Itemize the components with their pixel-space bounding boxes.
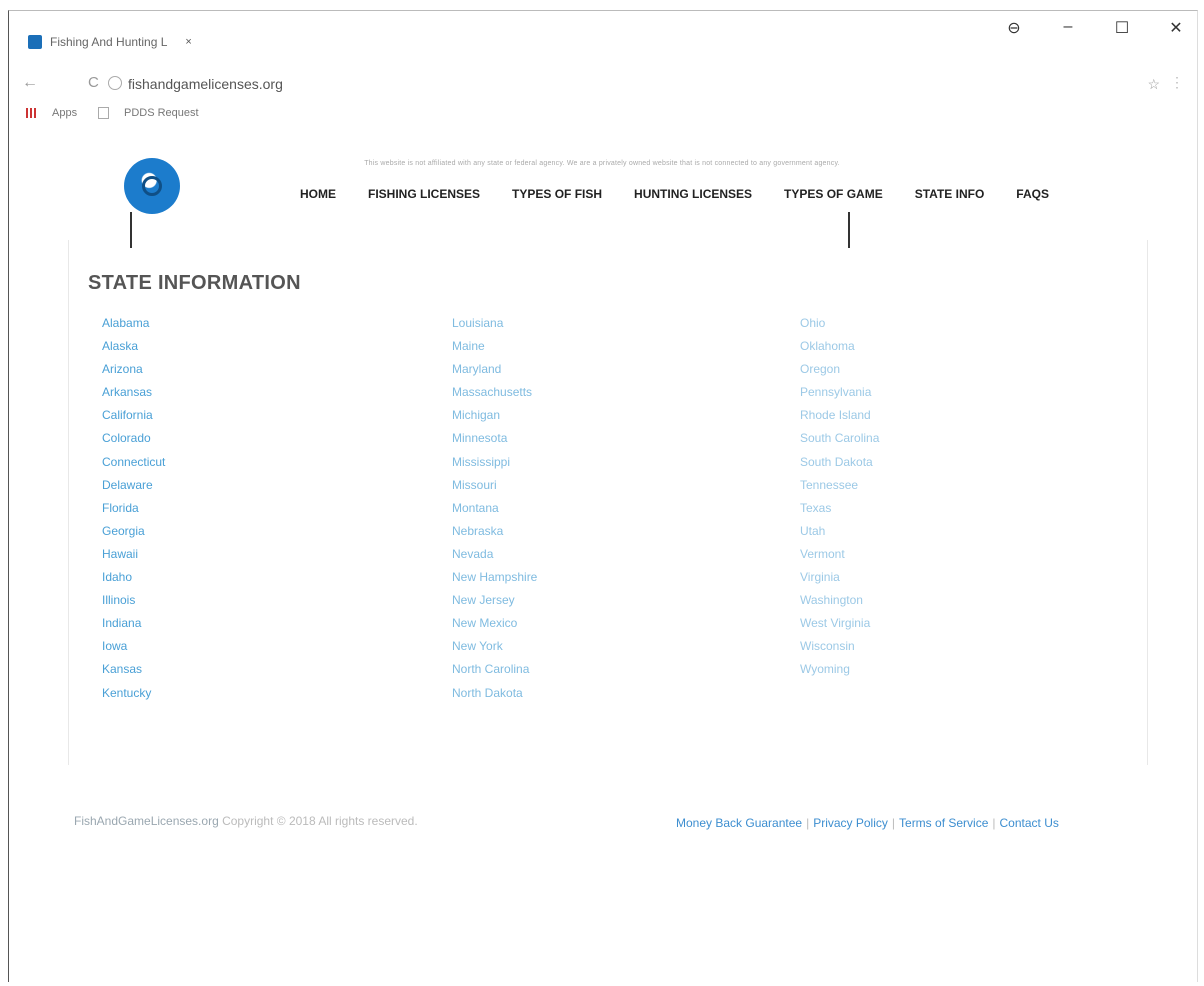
- state-link[interactable]: Ohio: [800, 312, 879, 335]
- bookmark-pdds-request[interactable]: PDDS Request: [124, 107, 199, 119]
- state-link[interactable]: North Carolina: [452, 658, 537, 681]
- state-link[interactable]: Hawaii: [102, 543, 165, 566]
- footer-copyright: FishAndGameLicenses.org Copyright © 2018…: [74, 814, 418, 828]
- state-link[interactable]: Tennessee: [800, 474, 879, 497]
- minimize-button[interactable]: –: [1060, 18, 1076, 38]
- nav-home[interactable]: HOME: [300, 187, 336, 201]
- nav-hunting-licenses[interactable]: HUNTING LICENSES: [634, 187, 752, 201]
- state-link[interactable]: Connecticut: [102, 451, 165, 474]
- state-link[interactable]: West Virginia: [800, 612, 879, 635]
- nav-types-of-fish[interactable]: TYPES OF FISH: [512, 187, 602, 201]
- state-link[interactable]: Washington: [800, 589, 879, 612]
- footer-links: Money Back Guarantee | Privacy Policy | …: [676, 816, 1059, 830]
- state-link[interactable]: Mississippi: [452, 451, 537, 474]
- footer-link-privacy[interactable]: Privacy Policy: [813, 816, 888, 830]
- state-link[interactable]: New Hampshire: [452, 566, 537, 589]
- state-link[interactable]: Maryland: [452, 358, 537, 381]
- state-link[interactable]: California: [102, 404, 165, 427]
- address-input[interactable]: fishandgamelicenses.org: [128, 76, 283, 92]
- state-list-column-2: Louisiana Maine Maryland Massachusetts Michi…: [452, 312, 537, 705]
- state-link[interactable]: New York: [452, 635, 537, 658]
- state-link[interactable]: North Dakota: [452, 682, 537, 705]
- bookmark-star-icon[interactable]: ☆: [1147, 76, 1160, 93]
- state-link[interactable]: Massachusetts: [452, 381, 537, 404]
- state-link[interactable]: Wisconsin: [800, 635, 879, 658]
- state-link[interactable]: Alabama: [102, 312, 165, 335]
- state-link[interactable]: Illinois: [102, 589, 165, 612]
- state-link[interactable]: Iowa: [102, 635, 165, 658]
- state-link[interactable]: Nebraska: [452, 520, 537, 543]
- state-link[interactable]: Maine: [452, 335, 537, 358]
- state-link[interactable]: Nevada: [452, 543, 537, 566]
- state-link[interactable]: Montana: [452, 497, 537, 520]
- state-link[interactable]: Louisiana: [452, 312, 537, 335]
- state-link[interactable]: Florida: [102, 497, 165, 520]
- page-title: STATE INFORMATION: [88, 272, 301, 294]
- tab-strip: Fishing And Hunting L × ⊖ – ☐ ✕: [0, 0, 1204, 60]
- footer-link-contact[interactable]: Contact Us: [1000, 816, 1059, 830]
- nav-fishing-licenses[interactable]: FISHING LICENSES: [368, 187, 480, 201]
- state-link[interactable]: Indiana: [102, 612, 165, 635]
- state-link[interactable]: Minnesota: [452, 427, 537, 450]
- state-link[interactable]: Wyoming: [800, 658, 879, 681]
- nav-faqs[interactable]: FAQS: [1016, 187, 1049, 201]
- close-window-button[interactable]: ✕: [1168, 18, 1184, 38]
- account-icon[interactable]: ⊖: [1006, 18, 1022, 38]
- state-link[interactable]: Michigan: [452, 404, 537, 427]
- state-link[interactable]: South Carolina: [800, 427, 879, 450]
- state-link[interactable]: Kansas: [102, 658, 165, 681]
- state-link[interactable]: Virginia: [800, 566, 879, 589]
- state-link[interactable]: Vermont: [800, 543, 879, 566]
- bookmark-apps[interactable]: Apps: [52, 107, 77, 119]
- bookmarks-bar: Apps PDDS Request: [0, 104, 1204, 128]
- maximize-button[interactable]: ☐: [1114, 18, 1130, 38]
- footer-separator: |: [891, 816, 896, 830]
- footer-separator: |: [992, 816, 996, 830]
- footer-brand: FishAndGameLicenses.org: [74, 814, 219, 828]
- footer-copyright-text: Copyright © 2018 All rights reserved.: [218, 814, 418, 828]
- state-link[interactable]: Arizona: [102, 358, 165, 381]
- state-link[interactable]: Utah: [800, 520, 879, 543]
- browser-tab[interactable]: Fishing And Hunting L ×: [28, 28, 258, 56]
- page-icon: [98, 107, 109, 119]
- nav-state-info[interactable]: STATE INFO: [915, 187, 985, 201]
- fish-logo-icon: [142, 176, 162, 196]
- browser-menu-icon[interactable]: ⋮: [1170, 74, 1184, 91]
- state-link[interactable]: Texas: [800, 497, 879, 520]
- state-link[interactable]: Colorado: [102, 427, 165, 450]
- state-link[interactable]: Arkansas: [102, 381, 165, 404]
- tab-title: Fishing And Hunting L: [50, 35, 168, 49]
- state-link[interactable]: New Mexico: [452, 612, 537, 635]
- state-list-column-3: Ohio Oklahoma Oregon Pennsylvania Rhode Isla…: [800, 312, 879, 682]
- state-link[interactable]: Oregon: [800, 358, 879, 381]
- state-link[interactable]: Rhode Island: [800, 404, 879, 427]
- state-link[interactable]: New Jersey: [452, 589, 537, 612]
- state-link[interactable]: Alaska: [102, 335, 165, 358]
- window-controls: ⊖ – ☐ ✕: [1006, 18, 1184, 38]
- back-arrow-icon[interactable]: ←: [22, 74, 38, 92]
- footer-link-money-back[interactable]: Money Back Guarantee: [676, 816, 802, 830]
- nav-types-of-game[interactable]: TYPES OF GAME: [784, 187, 883, 201]
- site-info-icon[interactable]: [108, 76, 122, 90]
- reload-icon[interactable]: C: [88, 74, 99, 91]
- state-list-column-1: Alabama Alaska Arizona Arkansas California Co…: [102, 312, 165, 705]
- tab-close-icon[interactable]: ×: [185, 36, 191, 48]
- state-link[interactable]: Kentucky: [102, 682, 165, 705]
- state-link[interactable]: Oklahoma: [800, 335, 879, 358]
- apps-grid-icon: [26, 108, 36, 118]
- state-link[interactable]: Missouri: [452, 474, 537, 497]
- disclaimer-notice: This website is not affiliated with any …: [364, 160, 840, 167]
- state-link[interactable]: Georgia: [102, 520, 165, 543]
- footer-link-terms[interactable]: Terms of Service: [899, 816, 988, 830]
- state-link[interactable]: Pennsylvania: [800, 381, 879, 404]
- address-bar-row: ← C fishandgamelicenses.org ☆ ⋮: [0, 68, 1204, 102]
- state-link[interactable]: South Dakota: [800, 451, 879, 474]
- main-navigation: HOME FISHING LICENSES TYPES OF FISH HUNT…: [290, 187, 1049, 201]
- state-link[interactable]: Idaho: [102, 566, 165, 589]
- site-favicon-icon: [28, 35, 42, 49]
- content-panel: [68, 240, 1148, 765]
- footer-separator: |: [806, 816, 810, 830]
- state-link[interactable]: Delaware: [102, 474, 165, 497]
